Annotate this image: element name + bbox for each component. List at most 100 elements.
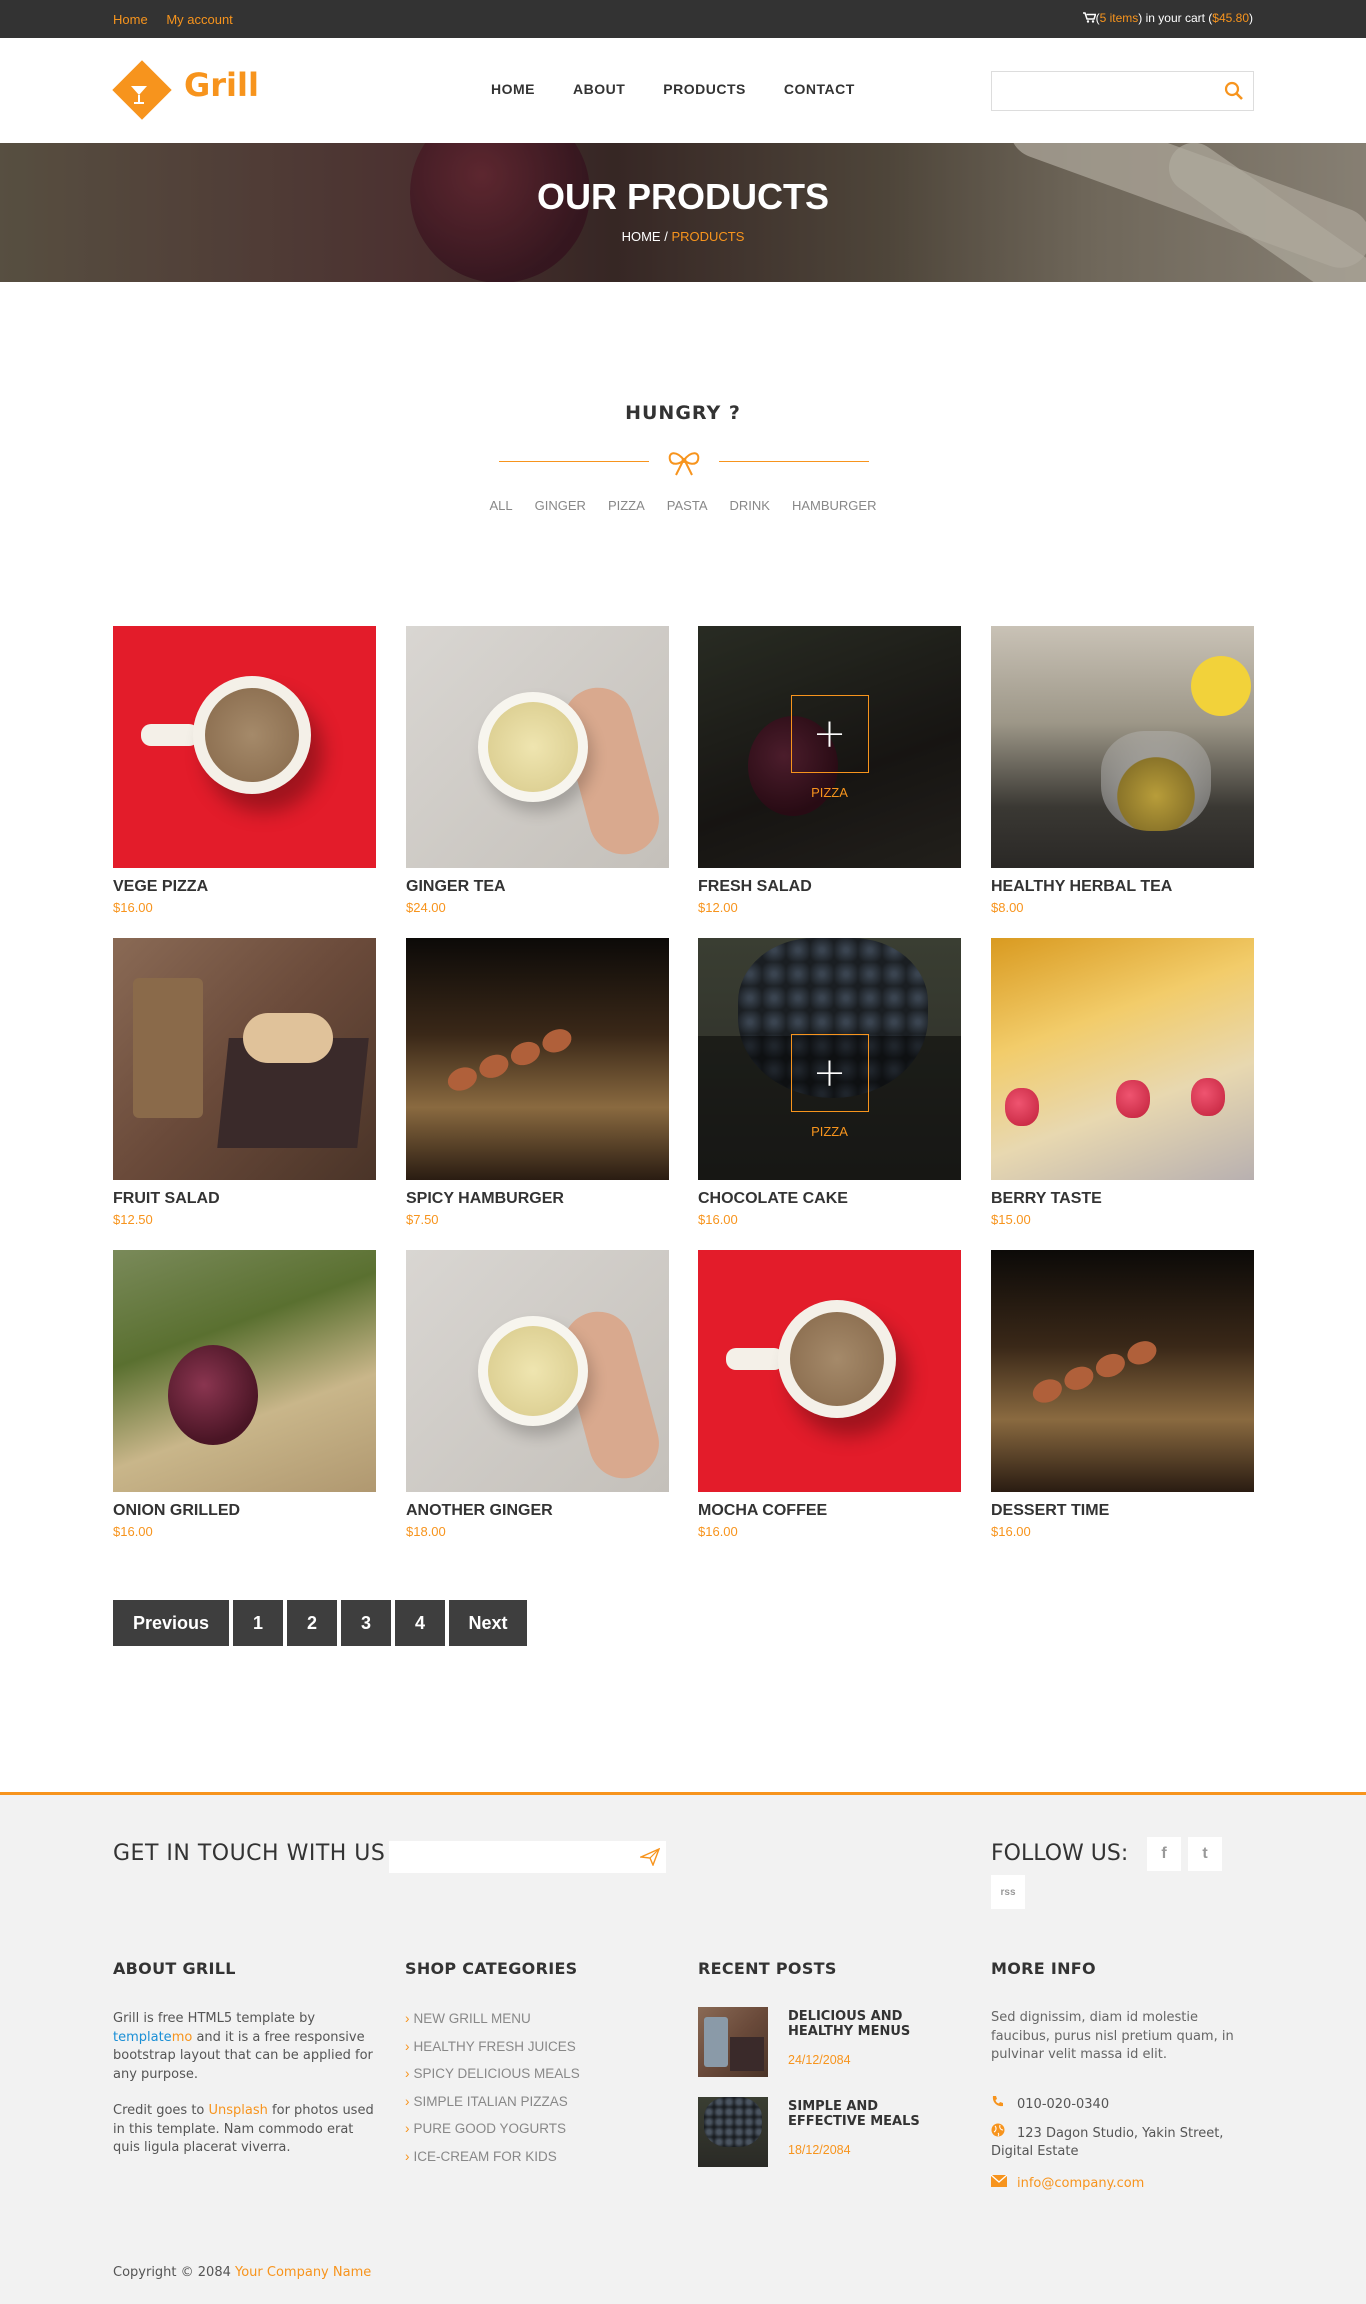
- product-image[interactable]: + PIZZA: [698, 938, 961, 1180]
- top-link-my-account[interactable]: My account: [166, 12, 232, 27]
- filter-hamburger[interactable]: HAMBURGER: [792, 498, 877, 513]
- cart-summary[interactable]: (5 items) in your cart ($45.80): [1082, 11, 1253, 25]
- post-title[interactable]: SIMPLE AND EFFECTIVE MEALS: [788, 2099, 958, 2129]
- product-name[interactable]: CHOCOLATE CAKE: [698, 1190, 848, 1208]
- product-card[interactable]: MOCHA COFFEE $16.00: [698, 1250, 961, 1550]
- product-card[interactable]: FRUIT SALAD $12.50: [113, 938, 376, 1238]
- product-card[interactable]: VEGE PIZZA $16.00: [113, 626, 376, 926]
- product-name[interactable]: FRUIT SALAD: [113, 1190, 220, 1208]
- email-row: info@company.com: [990, 2174, 1144, 2191]
- product-name[interactable]: VEGE PIZZA: [113, 878, 208, 896]
- templatemo-link-suffix[interactable]: mo: [172, 2030, 193, 2045]
- copyright: Copyright © 2084 Your Company Name: [113, 2265, 372, 2280]
- nav-products[interactable]: PRODUCTS: [663, 81, 746, 97]
- product-name[interactable]: HEALTHY HERBAL TEA: [991, 878, 1172, 896]
- product-name[interactable]: FRESH SALAD: [698, 878, 812, 896]
- product-name[interactable]: BERRY TASTE: [991, 1190, 1102, 1208]
- facebook-icon[interactable]: f: [1147, 1837, 1181, 1871]
- product-image[interactable]: [406, 626, 669, 868]
- product-card[interactable]: GINGER TEA $24.00: [406, 626, 669, 926]
- next-button[interactable]: Next: [449, 1600, 527, 1646]
- site-footer: GET IN TOUCH WITH US FOLLOW US: f t rss …: [0, 1792, 1366, 2304]
- products-section-header: HUNGRY ? ALL GINGER PIZZA PASTA DRINK HA…: [0, 402, 1366, 513]
- page-3-button[interactable]: 3: [341, 1600, 391, 1646]
- product-name[interactable]: ANOTHER GINGER: [406, 1502, 553, 1520]
- product-card[interactable]: ANOTHER GINGER $18.00: [406, 1250, 669, 1550]
- product-image[interactable]: [113, 626, 376, 868]
- product-price: $7.50: [406, 1212, 439, 1227]
- breadcrumb-current: PRODUCTS: [671, 229, 745, 244]
- page-4-button[interactable]: 4: [395, 1600, 445, 1646]
- product-name[interactable]: DESSERT TIME: [991, 1502, 1109, 1520]
- filter-all[interactable]: ALL: [490, 498, 513, 513]
- product-price: $12.50: [113, 1212, 153, 1227]
- filter-pasta[interactable]: PASTA: [667, 498, 708, 513]
- newsletter-email-input[interactable]: [389, 1841, 629, 1873]
- nav-home[interactable]: HOME: [491, 81, 535, 97]
- search-input[interactable]: [992, 72, 1212, 110]
- post-thumbnail[interactable]: [698, 2097, 768, 2167]
- category-item[interactable]: › HEALTHY FRESH JUICES: [405, 2039, 580, 2054]
- nav-contact[interactable]: CONTACT: [784, 81, 855, 97]
- address: 123 Dagon Studio, Yakin Street, Digital …: [991, 2126, 1224, 2159]
- post-thumbnail[interactable]: [698, 2007, 768, 2077]
- about-heading: ABOUT GRILL: [113, 1959, 236, 1978]
- page-1-button[interactable]: 1: [233, 1600, 283, 1646]
- product-image[interactable]: [698, 1250, 961, 1492]
- filter-drink[interactable]: DRINK: [730, 498, 770, 513]
- about-text: Grill is free HTML5 template by template…: [113, 2011, 374, 2155]
- plus-icon[interactable]: +: [790, 1034, 869, 1112]
- product-card[interactable]: + PIZZA FRESH SALAD $12.00: [698, 626, 961, 926]
- product-hover-overlay[interactable]: + PIZZA: [698, 626, 961, 868]
- site-header: Grill HOME ABOUT PRODUCTS CONTACT: [0, 38, 1366, 143]
- product-card[interactable]: SPICY HAMBURGER $7.50: [406, 938, 669, 1238]
- product-name[interactable]: GINGER TEA: [406, 878, 506, 896]
- product-card[interactable]: BERRY TASTE $15.00: [991, 938, 1254, 1238]
- email-link[interactable]: info@company.com: [1017, 2176, 1144, 2191]
- logo-text[interactable]: Grill: [184, 66, 259, 104]
- previous-button[interactable]: Previous: [113, 1600, 229, 1646]
- twitter-icon[interactable]: t: [1188, 1837, 1222, 1871]
- product-name[interactable]: SPICY HAMBURGER: [406, 1190, 564, 1208]
- category-item[interactable]: › NEW GRILL MENU: [405, 2011, 580, 2026]
- filter-pizza[interactable]: PIZZA: [608, 498, 645, 513]
- product-card[interactable]: ONION GRILLED $16.00: [113, 1250, 376, 1550]
- product-card[interactable]: + PIZZA CHOCOLATE CAKE $16.00: [698, 938, 961, 1238]
- company-link[interactable]: Your Company Name: [235, 2265, 371, 2280]
- product-image[interactable]: [113, 1250, 376, 1492]
- product-price: $16.00: [113, 900, 153, 915]
- product-image[interactable]: [991, 1250, 1254, 1492]
- breadcrumb: HOME / PRODUCTS: [0, 229, 1366, 244]
- page-2-button[interactable]: 2: [287, 1600, 337, 1646]
- product-hover-overlay[interactable]: + PIZZA: [698, 1034, 961, 1180]
- product-image[interactable]: [113, 938, 376, 1180]
- recent-post[interactable]: DELICIOUS AND HEALTHY MENUS 24/12/2084: [698, 2007, 968, 2079]
- plus-icon[interactable]: +: [790, 694, 869, 773]
- send-icon[interactable]: [640, 1848, 660, 1866]
- category-item[interactable]: › PURE GOOD YOGURTS: [405, 2121, 580, 2136]
- category-item[interactable]: › SIMPLE ITALIAN PIZZAS: [405, 2094, 580, 2109]
- category-item[interactable]: › SPICY DELICIOUS MEALS: [405, 2066, 580, 2081]
- unsplash-link[interactable]: Unsplash: [209, 2103, 268, 2118]
- post-title[interactable]: DELICIOUS AND HEALTHY MENUS: [788, 2009, 958, 2039]
- templatemo-link[interactable]: template: [113, 2030, 172, 2045]
- recent-post[interactable]: SIMPLE AND EFFECTIVE MEALS 18/12/2084: [698, 2097, 968, 2169]
- top-link-home[interactable]: Home: [113, 12, 148, 27]
- product-name[interactable]: MOCHA COFFEE: [698, 1502, 827, 1520]
- search-icon[interactable]: [1221, 78, 1247, 104]
- chevron-right-icon: ›: [405, 2011, 410, 2026]
- rss-icon[interactable]: rss: [991, 1875, 1025, 1909]
- product-image[interactable]: [991, 626, 1254, 868]
- product-card[interactable]: DESSERT TIME $16.00: [991, 1250, 1254, 1550]
- nav-about[interactable]: ABOUT: [573, 81, 625, 97]
- product-image[interactable]: [406, 938, 669, 1180]
- product-card[interactable]: HEALTHY HERBAL TEA $8.00: [991, 626, 1254, 926]
- breadcrumb-home[interactable]: HOME: [622, 229, 661, 244]
- product-image[interactable]: [406, 1250, 669, 1492]
- category-item[interactable]: › ICE-CREAM FOR KIDS: [405, 2149, 580, 2164]
- product-name[interactable]: ONION GRILLED: [113, 1502, 240, 1520]
- product-image[interactable]: [991, 938, 1254, 1180]
- product-image[interactable]: + PIZZA: [698, 626, 961, 868]
- search-box: [991, 71, 1254, 111]
- filter-ginger[interactable]: GINGER: [535, 498, 586, 513]
